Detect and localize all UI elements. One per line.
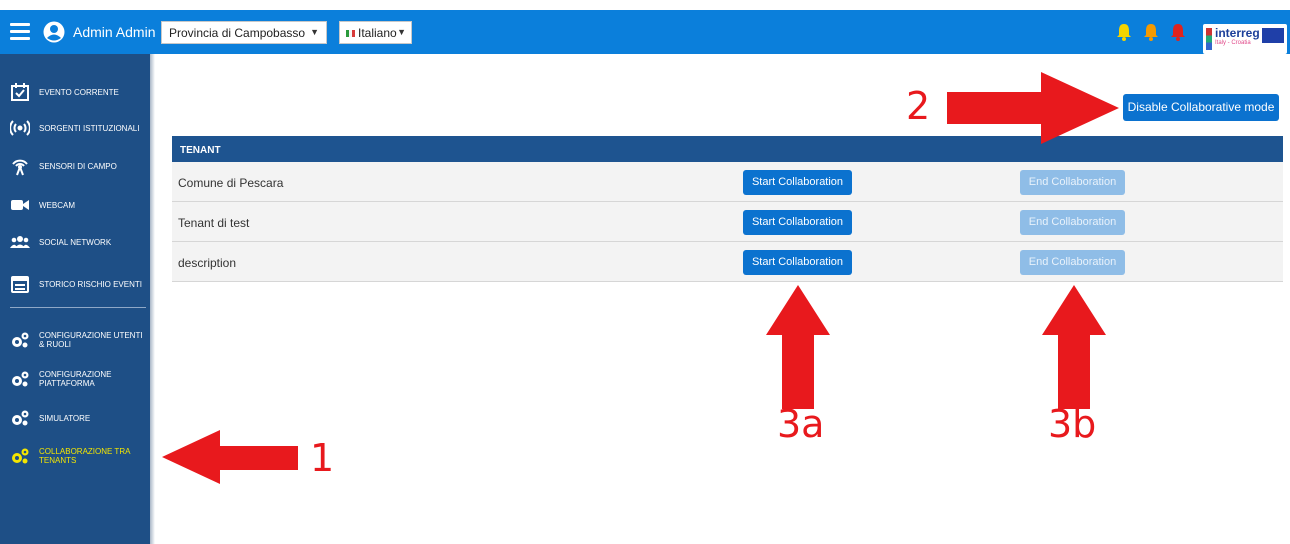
annotation-label-1: 1 bbox=[310, 436, 335, 480]
gears-icon bbox=[12, 448, 29, 464]
table-row: Comune di Pescara Start Collaboration En… bbox=[172, 162, 1283, 202]
start-collaboration-button[interactable]: Start Collaboration bbox=[743, 210, 852, 235]
sidebar-item-simulatore[interactable]: SIMULATORE bbox=[10, 408, 150, 428]
sidebar-divider bbox=[10, 307, 146, 308]
annotation-label-3a: 3a bbox=[777, 402, 825, 446]
annotation-arrow-1 bbox=[162, 430, 298, 484]
annotation-arrow-3a bbox=[766, 285, 830, 409]
eu-flag-icon bbox=[1262, 28, 1284, 43]
antenna-icon bbox=[12, 159, 28, 176]
hamburger-menu-icon[interactable] bbox=[10, 23, 30, 41]
italian-flag-icon bbox=[346, 30, 355, 38]
sidebar-item-webcam[interactable]: WEBCAM bbox=[10, 195, 150, 215]
top-bar: Admin Admin Provincia di Campobasso ▼ It… bbox=[0, 10, 1290, 54]
calendar-check-icon bbox=[11, 83, 29, 101]
province-select[interactable]: Provincia di Campobasso ▼ bbox=[161, 21, 327, 44]
gears-icon bbox=[12, 332, 29, 348]
gears-icon bbox=[12, 410, 29, 426]
start-collaboration-button[interactable]: Start Collaboration bbox=[743, 170, 852, 195]
user-avatar-icon[interactable] bbox=[43, 21, 65, 43]
end-collaboration-button[interactable]: End Collaboration bbox=[1020, 170, 1125, 195]
gears-icon bbox=[12, 371, 29, 387]
video-camera-icon bbox=[11, 200, 29, 210]
disable-collaborative-mode-button[interactable]: Disable Collaborative mode bbox=[1123, 94, 1279, 121]
sidebar-item-configurazione-piattaforma[interactable]: CONFIGURAZIONE PIATTAFORMA bbox=[10, 369, 150, 389]
tenant-name: Comune di Pescara bbox=[178, 176, 284, 190]
start-collaboration-button[interactable]: Start Collaboration bbox=[743, 250, 852, 275]
calendar-list-icon bbox=[11, 276, 29, 293]
sidebar-item-configurazione-utenti[interactable]: CONFIGURAZIONE UTENTI & RUOLI bbox=[10, 330, 150, 350]
interreg-logo: interreg Italy - Croatia bbox=[1203, 24, 1287, 54]
language-select-value: Italiano bbox=[358, 26, 397, 40]
table-row: Tenant di test Start Collaboration End C… bbox=[172, 202, 1283, 242]
page: Admin Admin Provincia di Campobasso ▼ It… bbox=[0, 0, 1290, 544]
user-name[interactable]: Admin Admin bbox=[73, 24, 155, 40]
sidebar-item-evento-corrente[interactable]: EVENTO CORRENTE bbox=[10, 82, 150, 102]
end-collaboration-button[interactable]: End Collaboration bbox=[1020, 250, 1125, 275]
annotation-arrow-3b bbox=[1042, 285, 1106, 409]
users-icon bbox=[10, 236, 30, 248]
annotation-arrow-2 bbox=[947, 72, 1119, 144]
table-row: description Start Collaboration End Coll… bbox=[172, 242, 1283, 282]
tenant-name: description bbox=[178, 256, 237, 270]
broadcast-icon bbox=[10, 120, 30, 136]
tenant-table: TENANT Comune di Pescara Start Collabora… bbox=[172, 136, 1283, 282]
chevron-down-icon: ▼ bbox=[310, 27, 319, 37]
language-select[interactable]: Italiano ▼ bbox=[339, 21, 412, 44]
annotation-label-2: 2 bbox=[906, 84, 931, 128]
end-collaboration-button[interactable]: End Collaboration bbox=[1020, 210, 1125, 235]
sidebar-item-storico-rischio-eventi[interactable]: STORICO RISCHIO EVENTI bbox=[10, 274, 150, 294]
bell-yellow-icon[interactable] bbox=[1116, 23, 1132, 41]
province-select-value: Provincia di Campobasso bbox=[169, 26, 306, 40]
tenant-name: Tenant di test bbox=[178, 216, 250, 230]
sidebar-item-collaborazione-tra-tenants[interactable]: COLLABORAZIONE TRA TENANTS bbox=[10, 446, 150, 466]
bell-red-icon[interactable] bbox=[1170, 23, 1186, 41]
chevron-down-icon: ▼ bbox=[397, 27, 406, 37]
sidebar-item-sensori-di-campo[interactable]: SENSORI DI CAMPO bbox=[10, 156, 150, 176]
sidebar-item-sorgenti-istituzionali[interactable]: SORGENTI ISTITUZIONALI bbox=[10, 118, 150, 138]
annotation-label-3b: 3b bbox=[1048, 402, 1097, 446]
sidebar-item-social-network[interactable]: SOCIAL NETWORK bbox=[10, 232, 150, 252]
bell-orange-icon[interactable] bbox=[1143, 23, 1159, 41]
